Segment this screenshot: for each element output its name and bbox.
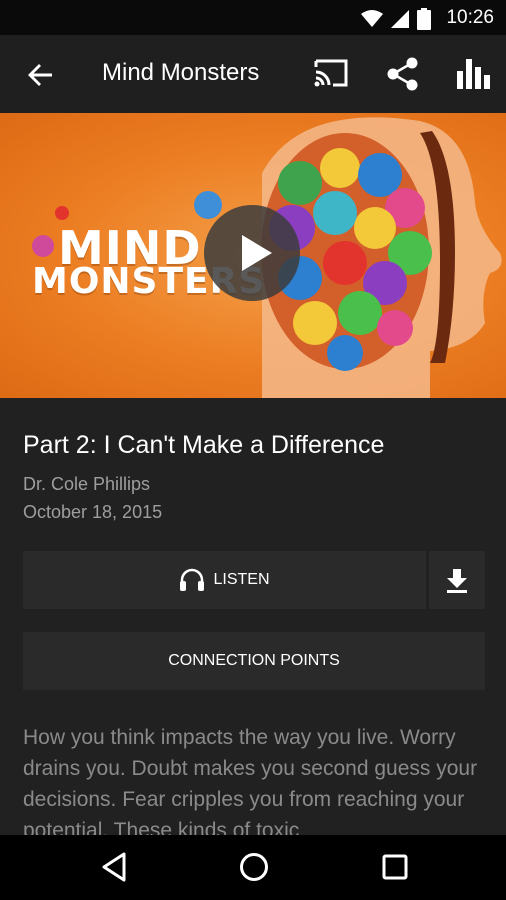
play-button[interactable]	[204, 205, 300, 301]
signal-icon	[391, 10, 409, 28]
connection-points-label: CONNECTION POINTS	[168, 652, 340, 669]
download-icon	[447, 569, 467, 593]
episode-description: How you think impacts the way you live. …	[23, 726, 478, 835]
back-arrow-icon[interactable]	[22, 57, 58, 93]
episode-speaker: Dr. Cole Phillips	[23, 474, 151, 494]
status-bar: 10:26	[0, 0, 506, 35]
home-circle-icon[interactable]	[238, 851, 270, 883]
bar-chart-icon[interactable]	[455, 57, 491, 91]
battery-icon	[417, 8, 431, 30]
episode-details: Part 2: I Can't Make a Difference Dr. Co…	[0, 398, 506, 835]
connection-points-button[interactable]: CONNECTION POINTS	[23, 632, 485, 690]
episode-date: October 18, 2015	[23, 502, 163, 522]
play-icon	[242, 235, 272, 271]
status-time: 10:26	[446, 7, 494, 28]
headphones-icon	[180, 568, 205, 591]
cast-icon[interactable]	[313, 57, 349, 89]
episode-artwork[interactable]: MIND MONSTERS	[0, 113, 506, 398]
app-bar: Mind Monsters	[0, 35, 506, 113]
system-nav-bar	[0, 835, 506, 900]
share-icon[interactable]	[385, 56, 421, 92]
listen-label: LISTEN	[213, 571, 270, 588]
page-title: Mind Monsters	[102, 59, 260, 86]
status-icons	[361, 8, 431, 30]
listen-row: LISTEN	[23, 551, 485, 609]
download-button[interactable]	[429, 551, 485, 609]
listen-button[interactable]: LISTEN	[23, 551, 426, 609]
wifi-icon	[361, 10, 383, 27]
episode-title: Part 2: I Can't Make a Difference	[23, 431, 385, 459]
back-triangle-icon[interactable]	[100, 851, 130, 883]
recents-square-icon[interactable]	[380, 851, 410, 883]
